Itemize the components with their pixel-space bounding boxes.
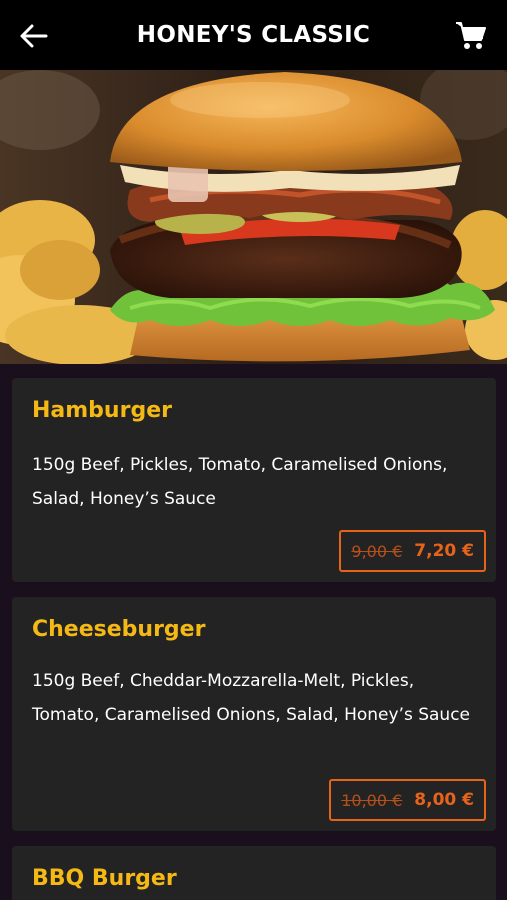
menu-list: Hamburger 150g Beef, Pickles, Tomato, Ca… <box>12 378 496 900</box>
new-price: 8,00 € <box>414 790 474 810</box>
menu-item-card[interactable]: BBQ Burger <box>12 846 496 900</box>
menu-item-title: BBQ Burger <box>32 866 177 891</box>
shopping-cart-icon <box>456 22 486 49</box>
menu-item-description: 150g Beef, Cheddar-Mozzarella-Melt, Pick… <box>32 671 471 725</box>
price-button[interactable]: 10,00 € 8,00 € <box>329 779 486 821</box>
menu-item-card[interactable]: Hamburger 150g Beef, Pickles, Tomato, Ca… <box>12 378 496 582</box>
new-price: 7,20 € <box>414 541 474 561</box>
hero-burger-image <box>0 70 507 364</box>
menu-item-card[interactable]: Cheeseburger 150g Beef, Cheddar-Mozzarel… <box>12 597 496 831</box>
menu-item-title: Hamburger <box>32 398 172 423</box>
old-price: 10,00 € <box>341 790 403 810</box>
old-price: 9,00 € <box>351 541 403 561</box>
top-bar: HONEY'S CLASSIC <box>0 0 507 70</box>
price-button[interactable]: 9,00 € 7,20 € <box>339 530 486 572</box>
menu-item-description: 150g Beef, Pickles, Tomato, Caramelised … <box>32 455 448 509</box>
page-title: HONEY'S CLASSIC <box>136 22 371 48</box>
cart-button[interactable] <box>454 18 488 52</box>
menu-item-title: Cheeseburger <box>32 617 206 642</box>
